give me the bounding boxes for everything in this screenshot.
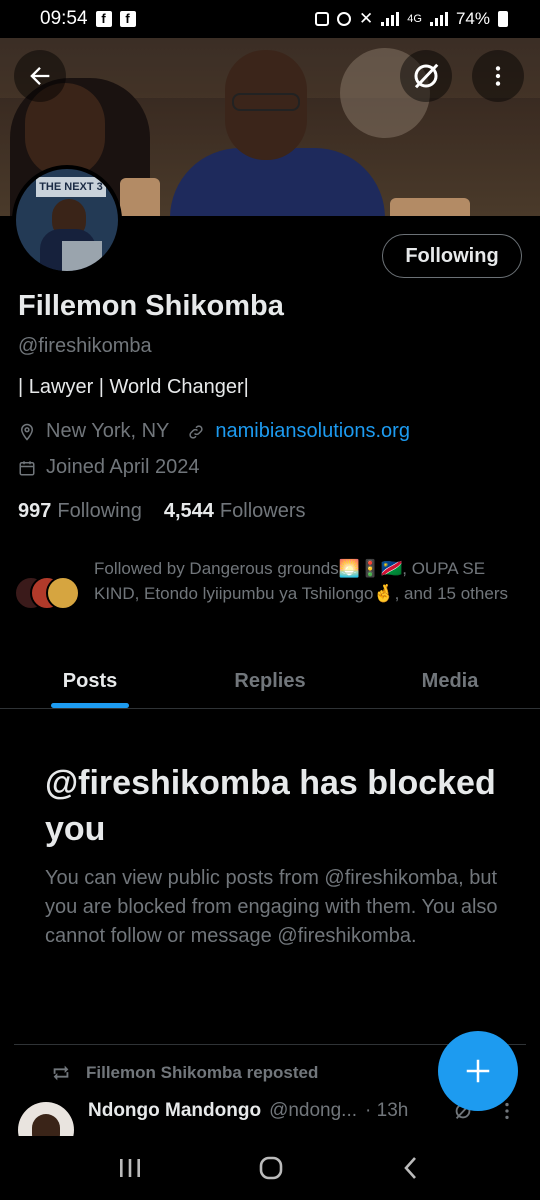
battery-percent: 74% [455, 9, 490, 28]
more-options-button[interactable] [472, 50, 524, 102]
profile-website-link[interactable]: namibiansolutions.org [215, 420, 410, 443]
tweet-avatar-person [32, 1114, 60, 1136]
tab-posts[interactable]: Posts [0, 655, 180, 708]
profile-meta-joined-row: Joined April 2024 [18, 456, 199, 479]
status-right: ✕ 4G 74% [315, 9, 508, 29]
blocked-message: You can view public posts from @fireshik… [45, 867, 498, 947]
tab-replies[interactable]: Replies [180, 655, 360, 708]
tweet-time: · 13h [365, 1100, 409, 1121]
following-label: Following [57, 500, 142, 522]
system-navigation-bar [0, 1136, 540, 1200]
grok-button[interactable] [400, 50, 452, 102]
recent-apps-icon[interactable] [117, 1156, 143, 1180]
following-button[interactable]: Following [382, 234, 522, 278]
profile-stats: 997 Following 4,544 Followers [18, 500, 306, 523]
status-left: 09:54 f f [40, 8, 136, 30]
calendar-icon [19, 460, 35, 475]
location-pin-icon [20, 423, 34, 441]
tab-media[interactable]: Media [360, 655, 540, 708]
profile-location: New York, NY [46, 420, 170, 442]
facebook-notification-icon: f [95, 11, 112, 27]
profile-handle: @fireshikomba [18, 335, 152, 357]
alarm-icon [337, 12, 352, 26]
facebook-notification-icon: f [119, 11, 136, 27]
tweet-author-name[interactable]: Ndongo Mandongo [88, 1100, 261, 1122]
clock: 09:54 [40, 8, 88, 29]
battery-icon [498, 11, 508, 27]
back-nav-icon[interactable] [399, 1155, 423, 1181]
repost-icon [53, 1065, 69, 1081]
lock-icon [315, 12, 330, 26]
following-count: 997 [18, 500, 52, 522]
tweet-item[interactable]: Ndongo Mandongo @ndong... · 13h [18, 1096, 528, 1136]
avatar-backdrop-text: THE NEXT 3 [36, 177, 106, 197]
profile-avatar[interactable]: THE NEXT 3 [12, 165, 122, 275]
home-icon[interactable] [257, 1154, 285, 1182]
tweet-author-handle: @ndong... [269, 1100, 358, 1121]
mute-icon: ✕ [359, 9, 374, 28]
tweet-header: Ndongo Mandongo @ndong... · 13h [88, 1100, 408, 1122]
followers-label: Followers [219, 500, 306, 522]
plus-icon [466, 1059, 490, 1083]
profile-bio: | Lawyer | World Changer| [18, 376, 249, 398]
banner-chair [390, 198, 470, 216]
mutual-avatar [46, 576, 80, 610]
followed-by-text: Followed by Dangerous grounds🌅🚦🇳🇦, OUPA … [94, 559, 508, 603]
more-vertical-icon [495, 66, 501, 86]
wifi-signal-icon [381, 12, 400, 26]
followed-by-section[interactable]: Followed by Dangerous grounds🌅🚦🇳🇦, OUPA … [14, 556, 524, 612]
tweet-author-avatar[interactable] [18, 1102, 74, 1136]
profile-tabs: Posts Replies Media [0, 655, 540, 709]
link-icon [189, 424, 204, 439]
network-type: 4G [407, 13, 422, 25]
arrow-left-icon [30, 67, 50, 85]
grok-icon [414, 63, 439, 89]
repost-label: Fillemon Shikomba reposted [86, 1063, 319, 1082]
repost-indicator: Fillemon Shikomba reposted [50, 1062, 318, 1084]
profile-name: Fillemon Shikomba [18, 290, 284, 322]
banner-chair [120, 178, 160, 216]
mutual-followers-avatars [14, 576, 82, 612]
profile-joined-date: Joined April 2024 [46, 456, 200, 478]
blocked-title: @fireshikomba has blocked you [45, 764, 496, 848]
status-bar: 09:54 f f ✕ 4G 74% [0, 0, 540, 38]
compose-post-button[interactable] [438, 1031, 518, 1111]
following-stat[interactable]: 997 Following [18, 500, 142, 523]
avatar-podium [62, 241, 102, 271]
cell-signal-icon [429, 12, 448, 26]
followers-count: 4,544 [163, 500, 214, 522]
followers-stat[interactable]: 4,544 Followers [164, 500, 306, 523]
banner-glasses [232, 93, 300, 111]
back-button[interactable] [14, 50, 66, 102]
profile-meta-location-row: New York, NY namibiansolutions.org [18, 420, 410, 443]
